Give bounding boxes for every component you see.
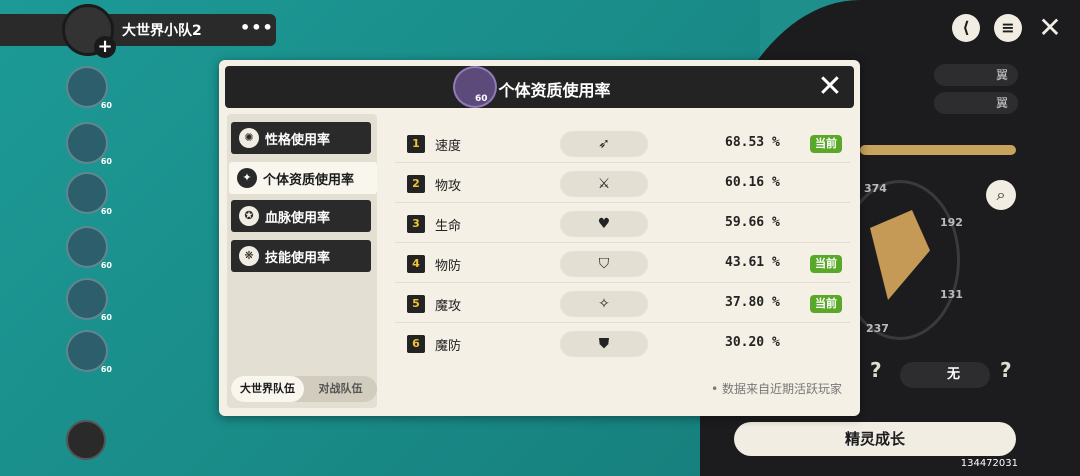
stat-name: 物攻 [435, 179, 462, 194]
share-icon[interactable]: ⟨ [952, 14, 980, 42]
usage-percent: 59.66 % [725, 215, 780, 230]
usage-percent: 68.53 % [725, 135, 780, 150]
player-avatar[interactable] [66, 420, 106, 460]
trait-pill[interactable]: 无 [900, 362, 990, 388]
stat-name: 魔防 [435, 339, 462, 354]
stat-value: 192 [940, 216, 963, 229]
segment-world-team[interactable]: 大世界队伍 [231, 376, 304, 402]
heart-icon: ♥ [560, 211, 648, 237]
list-icon[interactable]: ≡ [994, 14, 1022, 42]
pet-level: 60 [100, 207, 112, 216]
stat-value: 374 [864, 182, 887, 195]
shield-icon: ⛉ [560, 251, 648, 277]
tab-label: 个体资质使用率 [263, 172, 355, 188]
pet-slot[interactable]: 60 [66, 226, 112, 270]
tab-skill-usage[interactable]: ❋ 技能使用率 [231, 240, 371, 272]
tab-individual-aptitude-usage[interactable]: ✦ 个体资质使用率 [229, 162, 377, 194]
table-row: 6 魔防 ⛊ 30.20 % [395, 325, 850, 363]
attribute-pill: 翼 [934, 92, 1018, 114]
tab-sidebar: ✺ 性格使用率 ✦ 个体资质使用率 ✪ 血脉使用率 ❋ 技能使用率 大世界队伍 … [227, 114, 377, 408]
dialog-close-button[interactable]: ✕ [812, 69, 848, 105]
table-row: 3 生命 ♥ 59.66 % [395, 205, 850, 243]
team-name: 大世界小队2 [122, 23, 202, 39]
stat-name: 速度 [435, 139, 462, 154]
pet-slot[interactable]: 60 [66, 66, 112, 110]
usage-percent: 37.80 % [725, 295, 780, 310]
more-options-button[interactable]: ••• [240, 18, 274, 37]
tab-label: 血脉使用率 [265, 210, 331, 226]
user-id: 134472031 [960, 458, 1018, 469]
usage-percent: 60.16 % [725, 175, 780, 190]
usage-percent: 43.61 % [725, 255, 780, 270]
top-toolbar: ⟨ ≡ ✕ [952, 14, 1064, 42]
stat-name: 生命 [435, 219, 462, 234]
current-badge: 当前 [810, 135, 842, 153]
sword-icon: ⚔ [560, 171, 648, 197]
speed-icon: ➶ [560, 131, 648, 157]
rank-number: 2 [407, 175, 425, 193]
pet-level: 60 [100, 101, 112, 110]
usage-percent: 30.20 % [725, 335, 780, 350]
add-team-button[interactable]: + [94, 36, 116, 58]
data-source-note: • 数据来自近期活跃玩家 [711, 382, 842, 396]
bloodline-icon: ✪ [239, 206, 259, 226]
pet-slot[interactable]: 60 [66, 330, 112, 374]
close-icon[interactable]: ✕ [1036, 14, 1064, 42]
nature-icon: ✺ [239, 128, 259, 148]
segment-battle-team[interactable]: 对战队伍 [304, 376, 377, 402]
rank-number: 3 [407, 215, 425, 233]
dialog-title: 个体资质使用率 [498, 81, 611, 100]
pet-growth-button[interactable]: 精灵成长 [734, 422, 1016, 456]
growth-bar [860, 145, 1016, 155]
rank-number: 1 [407, 135, 425, 153]
usage-rate-dialog: 60 个体资质使用率 ✕ ✺ 性格使用率 ✦ 个体资质使用率 ✪ 血脉使用率 ❋… [219, 60, 860, 416]
rank-number: 6 [407, 335, 425, 353]
magic-shield-icon: ⛊ [560, 331, 648, 357]
attribute-pill: 翼 [934, 64, 1018, 86]
stat-value: 237 [866, 322, 889, 335]
magic-wand-icon: ✧ [560, 291, 648, 317]
tab-nature-usage[interactable]: ✺ 性格使用率 [231, 122, 371, 154]
skill-icon: ❋ [239, 246, 259, 266]
stat-value: 131 [940, 288, 963, 301]
table-row: 5 魔攻 ✧ 37.80 % 当前 [395, 285, 850, 323]
team-type-toggle: 大世界队伍 对战队伍 [231, 376, 377, 402]
pet-level: 60 [100, 365, 112, 374]
tab-label: 性格使用率 [265, 132, 331, 148]
pet-slot[interactable]: 60 [66, 172, 112, 216]
rank-number: 4 [407, 255, 425, 273]
aptitude-icon: ✦ [237, 168, 257, 188]
table-row: 2 物攻 ⚔ 60.16 % [395, 165, 850, 203]
pet-slot[interactable]: 60 [66, 122, 112, 166]
search-icon[interactable]: ⌕ [986, 180, 1016, 210]
table-row: 4 物防 ⛉ 43.61 % 当前 [395, 245, 850, 283]
tab-bloodline-usage[interactable]: ✪ 血脉使用率 [231, 200, 371, 232]
unknown-mark: ? [1000, 358, 1012, 382]
unknown-mark: ? [870, 358, 882, 382]
stat-name: 魔攻 [435, 299, 462, 314]
pet-slot[interactable]: 60 [66, 278, 112, 322]
rank-number: 5 [407, 295, 425, 313]
pet-level: 60 [100, 261, 112, 270]
stat-name: 物防 [435, 259, 462, 274]
table-row: 1 速度 ➶ 68.53 % 当前 [395, 125, 850, 163]
current-badge: 当前 [810, 295, 842, 313]
dialog-header: 60 个体资质使用率 ✕ [225, 66, 854, 108]
pet-level: 60 [100, 157, 112, 166]
pet-level: 60 [100, 313, 112, 322]
current-badge: 当前 [810, 255, 842, 273]
tab-label: 技能使用率 [265, 250, 331, 266]
